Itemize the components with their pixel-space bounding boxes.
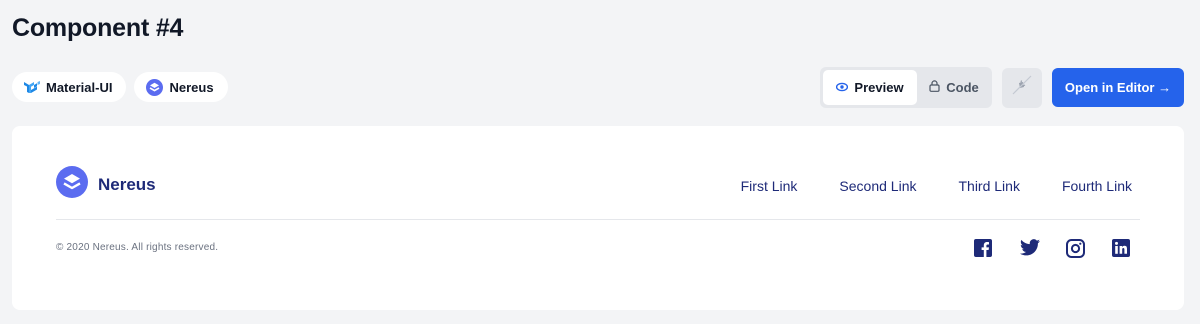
footer-divider bbox=[56, 219, 1140, 220]
mode-toggle-icon bbox=[1011, 74, 1033, 101]
component-preview: Nereus First Link Second Link Third Link… bbox=[12, 126, 1184, 310]
code-tab[interactable]: Code bbox=[919, 70, 989, 105]
view-toolbar: Preview Code Open in Editor → bbox=[820, 67, 1184, 108]
copyright-text: © 2020 Nereus. All rights reserved. bbox=[56, 242, 219, 253]
instagram-icon[interactable] bbox=[1066, 239, 1086, 259]
footer-nav: First Link Second Link Third Link Fourth… bbox=[741, 178, 1132, 194]
chip-nereus[interactable]: Nereus bbox=[134, 72, 228, 102]
social-links bbox=[974, 239, 1132, 259]
open-in-editor-button[interactable]: Open in Editor → bbox=[1052, 68, 1184, 107]
nereus-logo-icon bbox=[56, 166, 88, 203]
page-title: Component #4 bbox=[12, 14, 184, 42]
brand-name: Nereus bbox=[98, 174, 156, 194]
footer-link-third[interactable]: Third Link bbox=[958, 178, 1019, 194]
chip-material-ui[interactable]: Material-UI bbox=[12, 72, 127, 102]
footer-link-fourth[interactable]: Fourth Link bbox=[1062, 178, 1132, 194]
preview-tab[interactable]: Preview bbox=[823, 70, 917, 105]
chip-label: Nereus bbox=[169, 79, 214, 95]
material-ui-logo-icon bbox=[24, 80, 40, 94]
preview-label: Preview bbox=[854, 80, 904, 95]
facebook-icon[interactable] bbox=[974, 239, 994, 259]
nereus-logo-icon bbox=[146, 78, 164, 96]
chip-label: Material-UI bbox=[46, 79, 113, 95]
lock-icon bbox=[929, 80, 940, 95]
footer-link-second[interactable]: Second Link bbox=[839, 178, 916, 194]
footer-brand[interactable]: Nereus bbox=[56, 166, 156, 203]
footer-link-first[interactable]: First Link bbox=[741, 178, 798, 194]
twitter-icon[interactable] bbox=[1020, 239, 1040, 259]
view-switcher: Preview Code bbox=[820, 67, 992, 108]
eye-icon bbox=[836, 80, 849, 95]
code-label: Code bbox=[946, 80, 979, 95]
framework-chips: Material-UI Nereus bbox=[12, 72, 228, 102]
linkedin-icon[interactable] bbox=[1112, 239, 1132, 259]
mode-toggle-button[interactable] bbox=[1002, 67, 1042, 108]
